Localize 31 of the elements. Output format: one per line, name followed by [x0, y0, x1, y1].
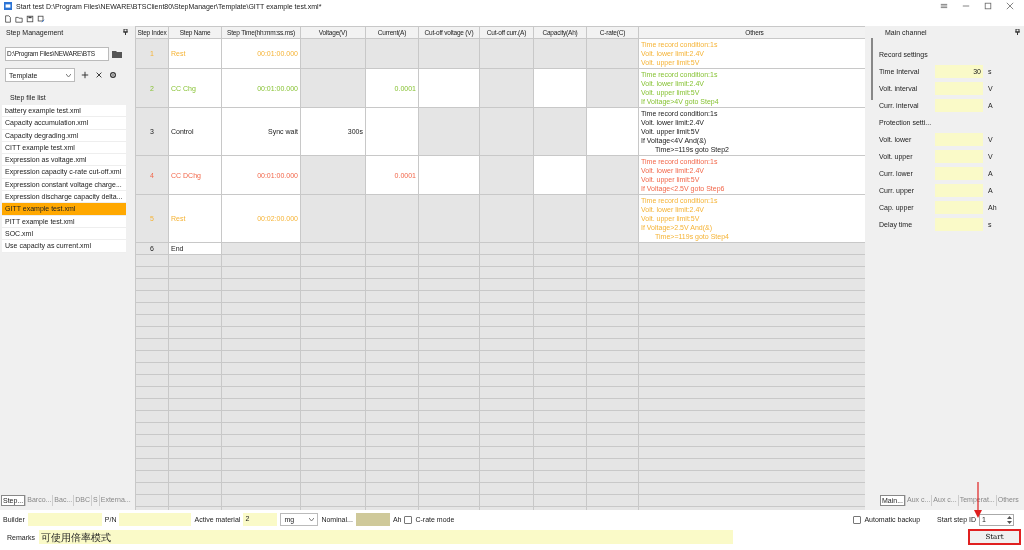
new-file-icon[interactable] [4, 15, 12, 23]
plus-icon[interactable] [81, 71, 89, 79]
open-folder-icon[interactable] [15, 15, 23, 23]
chevron-icon [309, 518, 315, 521]
input-field[interactable] [935, 133, 983, 146]
checkbox[interactable] [404, 515, 413, 524]
checkbox[interactable] [853, 515, 862, 524]
input-field[interactable] [935, 82, 983, 95]
scrollbar[interactable] [871, 38, 873, 100]
input-field[interactable] [935, 184, 983, 197]
remarks-field[interactable]: 可使用倍率模式 [39, 530, 733, 544]
input-field[interactable] [935, 167, 983, 180]
menu-icon[interactable] [940, 2, 948, 10]
input-field[interactable] [935, 218, 983, 231]
maximize-icon[interactable] [984, 2, 992, 10]
input-field[interactable] [935, 201, 983, 214]
input-field[interactable] [27, 513, 102, 526]
save-icon[interactable] [26, 15, 34, 23]
pin-icon[interactable] [123, 29, 128, 35]
close-icon[interactable] [1006, 2, 1014, 10]
input-field[interactable] [935, 99, 983, 112]
settings-icon[interactable] [109, 71, 117, 79]
save-as-icon[interactable] [37, 15, 45, 23]
input-field[interactable] [355, 513, 390, 526]
input-field[interactable] [119, 513, 192, 526]
input-field[interactable] [935, 150, 983, 163]
chevron-icon [66, 73, 71, 77]
folder-icon[interactable] [112, 50, 122, 58]
pin-icon[interactable] [1015, 29, 1020, 35]
delete-icon[interactable] [95, 71, 103, 79]
spin-arrows-icon[interactable] [1006, 514, 1013, 525]
